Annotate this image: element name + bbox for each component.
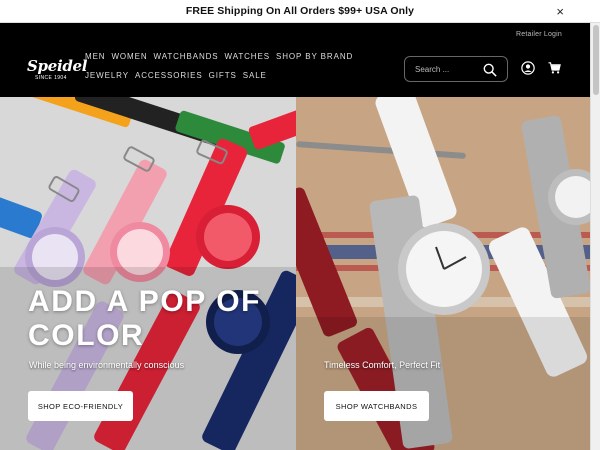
scrollbar-thumb[interactable] bbox=[593, 25, 599, 95]
search-input[interactable] bbox=[415, 64, 485, 74]
brand-logo[interactable]: Speidel SINCE 1904 bbox=[27, 57, 88, 83]
shop-eco-friendly-button[interactable]: SHOP ECO-FRIENDLY bbox=[28, 391, 133, 421]
main-nav: MEN WOMEN WATCHBANDS WATCHES SHOP BY BRA… bbox=[85, 50, 385, 83]
search-icon[interactable] bbox=[483, 63, 497, 77]
nav-item-women[interactable]: WOMEN bbox=[111, 50, 147, 64]
announcement-bar: FREE Shipping On All Orders $99+ USA Onl… bbox=[0, 0, 600, 23]
nav-item-watchbands[interactable]: WATCHBANDS bbox=[154, 50, 219, 64]
nav-item-watches[interactable]: WATCHES bbox=[225, 50, 270, 64]
retailer-login-link[interactable]: Retailer Login bbox=[516, 31, 562, 38]
hero-panel-watchbands[interactable]: Timeless Comfort, Perfect Fit SHOP WATCH… bbox=[296, 97, 590, 450]
nav-item-men[interactable]: MEN bbox=[85, 50, 105, 64]
search-box bbox=[404, 56, 508, 82]
close-icon[interactable]: × bbox=[556, 4, 564, 19]
logo-tagline: SINCE 1904 bbox=[35, 75, 67, 81]
hero-subtitle-watchbands: Timeless Comfort, Perfect Fit bbox=[324, 360, 441, 370]
nav-item-sale[interactable]: SALE bbox=[243, 69, 267, 83]
nav-item-gifts[interactable]: GIFTS bbox=[209, 69, 237, 83]
account-icon[interactable] bbox=[521, 61, 535, 75]
hero-subtitle-eco: While being environmentally conscious bbox=[29, 360, 185, 370]
nav-item-shop-by-brand[interactable]: SHOP BY BRAND bbox=[276, 50, 353, 64]
nav-item-jewelry[interactable]: JEWELRY bbox=[85, 69, 129, 83]
nav-item-accessories[interactable]: ACCESSORIES bbox=[135, 69, 203, 83]
logo-wordmark: Speidel bbox=[27, 57, 88, 75]
announcement-text: FREE Shipping On All Orders $99+ USA Onl… bbox=[185, 5, 415, 17]
cart-icon[interactable] bbox=[548, 62, 561, 74]
hero-title: ADD A POP OF COLOR bbox=[28, 285, 262, 352]
hero-panel-eco[interactable]: ADD A POP OF COLOR While being environme… bbox=[0, 97, 296, 450]
site-header: Retailer Login Speidel SINCE 1904 MEN WO… bbox=[0, 23, 590, 97]
page-scrollbar[interactable] bbox=[590, 23, 600, 450]
shop-watchbands-button[interactable]: SHOP WATCHBANDS bbox=[324, 391, 429, 421]
